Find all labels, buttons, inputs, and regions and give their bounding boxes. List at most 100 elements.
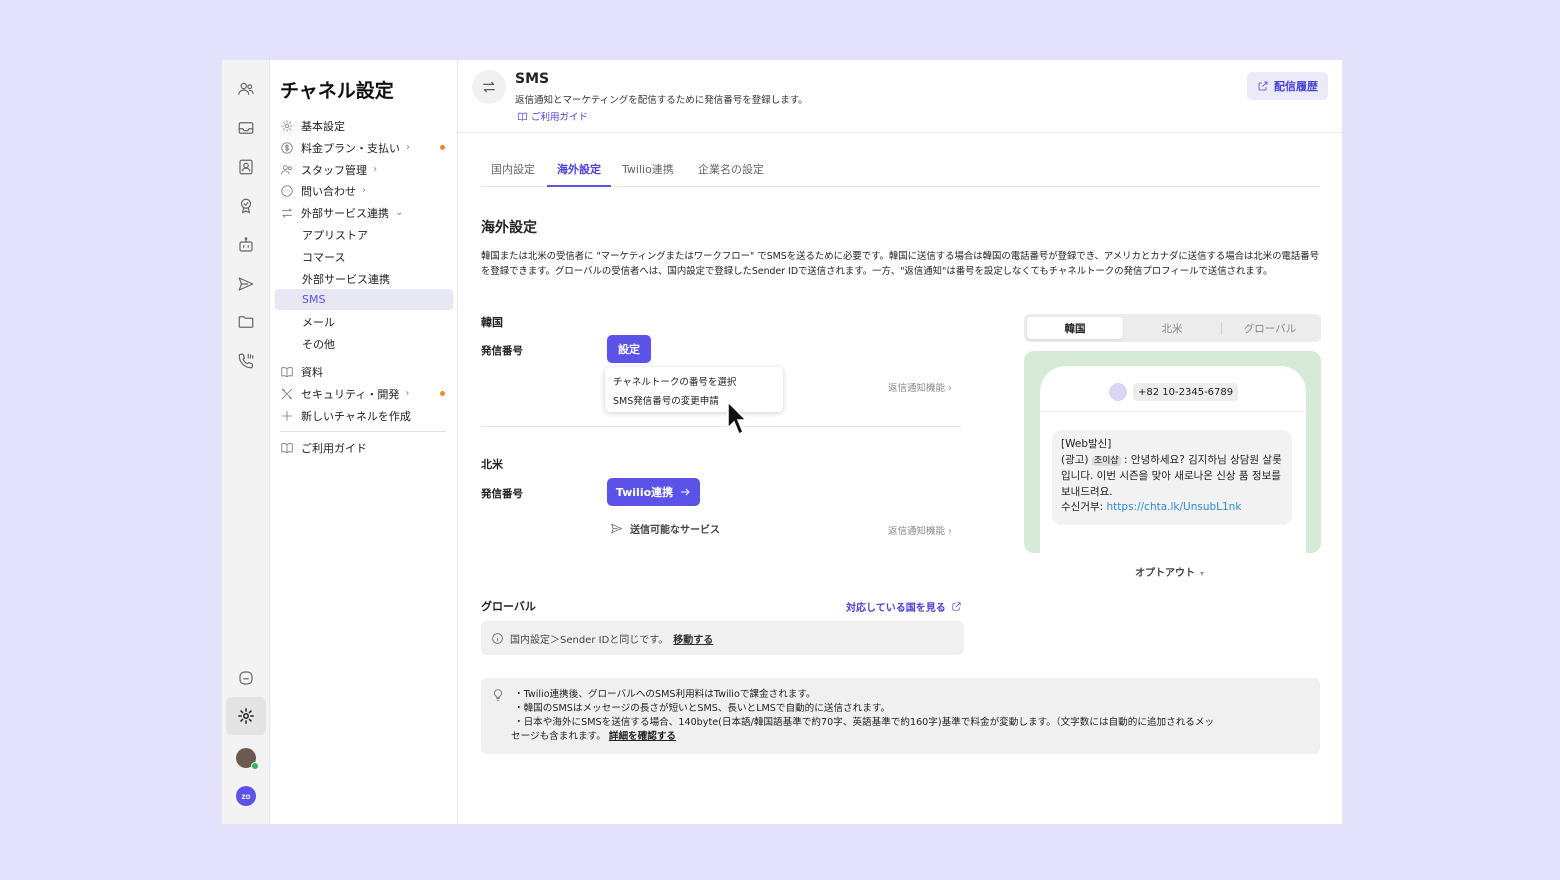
- sidebar-item-staff[interactable]: スタッフ管理 ›: [275, 159, 453, 180]
- unsubscribe-link[interactable]: https://chta.lk/UnsubL1nk: [1107, 501, 1242, 513]
- tab-overseas[interactable]: 海外設定: [547, 161, 611, 187]
- korea-setup-button[interactable]: 設定: [607, 335, 651, 363]
- supported-countries-link[interactable]: 対応している国を見る: [846, 599, 962, 614]
- section-description: 韓国または北米の受信者に "マーケティングまたはワークフロー" でSMSを送るた…: [481, 251, 1320, 277]
- setup-dropdown-menu: チャネルトークの番号を選択 SMS発信番号の変更申請: [605, 367, 783, 412]
- segment-global[interactable]: グローバル: [1222, 317, 1318, 339]
- plus-icon: [281, 410, 293, 421]
- users-icon: [281, 164, 292, 174]
- icon-rail: zo: [222, 60, 270, 824]
- lightbulb-icon: [494, 689, 502, 701]
- book-icon: [281, 442, 293, 453]
- workspace-logo[interactable]: zo: [236, 786, 256, 806]
- phone-mockup: +82 10-2345-6789 [Web발신] (광고) 조이샵 : 안녕하세…: [1040, 366, 1306, 553]
- sidebar-item-appstore[interactable]: アプリストア: [275, 224, 453, 245]
- sidebar-item-billing[interactable]: 料金プラン・支払い ›: [275, 137, 453, 158]
- swap-arrows-icon: [281, 208, 293, 217]
- tab-twilio[interactable]: Twilio連携: [612, 161, 684, 187]
- segment-north-america[interactable]: 北米: [1124, 317, 1220, 339]
- info-icon: [492, 632, 503, 644]
- send-icon: [610, 523, 623, 534]
- na-reply-notification-link[interactable]: 返信通知機能 ›: [888, 523, 952, 537]
- book-icon: [281, 366, 293, 377]
- menu-item-change-request[interactable]: SMS発信番号の変更申請: [613, 393, 719, 407]
- settings-sidebar: チャネル設定 基本設定 料金プラン・支払い › スタッフ管理 › 問い合わせ › 外部…: [270, 60, 458, 824]
- sidebar-item-inquiry[interactable]: 問い合わせ ›: [275, 180, 453, 201]
- menu-item-select-number[interactable]: チャネルトークの番号を選択: [613, 374, 736, 388]
- move-link[interactable]: 移動する: [673, 631, 713, 646]
- twilio-connect-button[interactable]: Twilio連携: [607, 478, 700, 506]
- note-line-3: ・日本や海外にSMSを送信する場合、140byte(日本語/韓国語基準で約70字…: [514, 717, 1215, 728]
- sidebar-item-integrations[interactable]: 外部サービス連携 ⌄: [275, 202, 453, 223]
- delivery-history-button[interactable]: 配信履歴: [1247, 72, 1328, 100]
- dollar-icon: [281, 141, 293, 154]
- sidebar-item-docs[interactable]: 資料: [275, 361, 453, 382]
- optout-dropdown[interactable]: オプトアウト ▾: [1135, 564, 1204, 579]
- sidebar-item-security[interactable]: セキュリティ・開発 ›: [275, 383, 453, 404]
- folder-icon[interactable]: [235, 311, 257, 333]
- sidebar-title: チャネル設定: [280, 80, 394, 102]
- tab-domestic[interactable]: 国内設定: [481, 161, 545, 187]
- segment-korea[interactable]: 韓国: [1027, 317, 1123, 339]
- gear-icon: [281, 119, 293, 132]
- arrow-right-icon: [681, 488, 690, 496]
- korea-reply-notification-link[interactable]: 返信通知機能 ›: [888, 380, 952, 394]
- sidebar-item-external-service[interactable]: 外部サービス連携: [275, 268, 453, 289]
- note-line-2: ・韓国のSMSはメッセージの長さが短いとSMS、長いとLMSで自動的に送信されま…: [514, 703, 891, 714]
- north-america-number-label: 発信番号: [481, 488, 523, 500]
- page-description: 返信通知とマーケティングを配信するために発信番号を登録します。: [515, 95, 808, 106]
- online-status-dot: [251, 762, 259, 770]
- sidebar-item-commerce[interactable]: コマース: [275, 246, 453, 267]
- guide-link[interactable]: ご利用ガイド: [517, 109, 588, 123]
- main-content: SMS 返信通知とマーケティングを配信するために発信番号を登録します。 ご利用ガ…: [458, 60, 1342, 824]
- tab-company-name[interactable]: 企業名の設定: [688, 161, 774, 187]
- notification-dot: [440, 391, 445, 396]
- phone-call-icon[interactable]: [235, 350, 257, 372]
- page-title: SMS: [515, 71, 550, 87]
- global-heading: グローバル: [481, 600, 536, 613]
- details-link[interactable]: 詳細を確認する: [609, 731, 676, 742]
- sms-preview: +82 10-2345-6789 [Web발신] (광고) 조이샵 : 안녕하세…: [1024, 351, 1321, 553]
- contacts-icon[interactable]: [235, 156, 257, 178]
- sidebar-item-basic[interactable]: 基本設定: [275, 115, 453, 136]
- caret-down-icon: ▾: [1200, 569, 1205, 578]
- korea-heading: 韓国: [481, 316, 503, 329]
- user-avatar[interactable]: [236, 748, 259, 770]
- message-bubble: [Web발신] (광고) 조이샵 : 안녕하세요? 김지하님 상담원 살롯입니다…: [1052, 430, 1292, 525]
- note-line-4: セージも含まれます。 詳細を確認する: [511, 731, 677, 742]
- north-america-heading: 北米: [481, 458, 503, 471]
- chat-icon: [281, 184, 293, 197]
- chat-bubble-icon[interactable]: [235, 667, 257, 689]
- global-info-box: 国内設定＞Sender IDと同じです。 移動する: [481, 621, 964, 655]
- notification-dot: [440, 145, 445, 150]
- sender-number: +82 10-2345-6789: [1133, 383, 1239, 401]
- shop-name-tag: 조이샵: [1091, 455, 1121, 466]
- preview-region-switch: 韓国 北米 グローバル: [1024, 314, 1321, 342]
- sidebar-divider: [280, 431, 446, 432]
- bot-icon[interactable]: [235, 234, 257, 256]
- send-icon[interactable]: [235, 273, 257, 295]
- sidebar-item-mail[interactable]: メール: [275, 311, 453, 332]
- swap-arrows-icon: [472, 70, 506, 104]
- mouse-pointer-icon: [727, 400, 748, 436]
- sidebar-item-other[interactable]: その他: [275, 333, 453, 354]
- divider: [481, 426, 961, 427]
- users-icon[interactable]: [235, 78, 257, 100]
- settings-gear-icon[interactable]: [226, 697, 266, 735]
- sidebar-item-sms[interactable]: SMS: [275, 289, 453, 310]
- external-link-icon: [952, 602, 961, 611]
- tab-bar: 国内設定 海外設定 Twilio連携 企業名の設定: [481, 155, 1320, 187]
- available-services-link[interactable]: 送信可能なサービス: [610, 521, 720, 536]
- app-window: zo チャネル設定 基本設定 料金プラン・支払い › スタッフ管理 › 問い合わせ ›…: [222, 60, 1342, 824]
- phone-header: +82 10-2345-6789: [1040, 366, 1306, 412]
- page-header: SMS 返信通知とマーケティングを配信するために発信番号を登録します。 ご利用ガ…: [458, 60, 1342, 133]
- section-title: 海外設定: [481, 220, 537, 236]
- tools-icon: [281, 388, 293, 399]
- korea-number-label: 発信番号: [481, 345, 523, 357]
- inbox-icon[interactable]: [235, 117, 257, 139]
- book-icon: [518, 112, 527, 121]
- sidebar-item-new-channel[interactable]: 新しいチャネルを作成: [275, 405, 453, 426]
- external-link-icon: [1258, 81, 1268, 91]
- award-icon[interactable]: [235, 195, 257, 217]
- sidebar-item-guide[interactable]: ご利用ガイド: [275, 437, 453, 458]
